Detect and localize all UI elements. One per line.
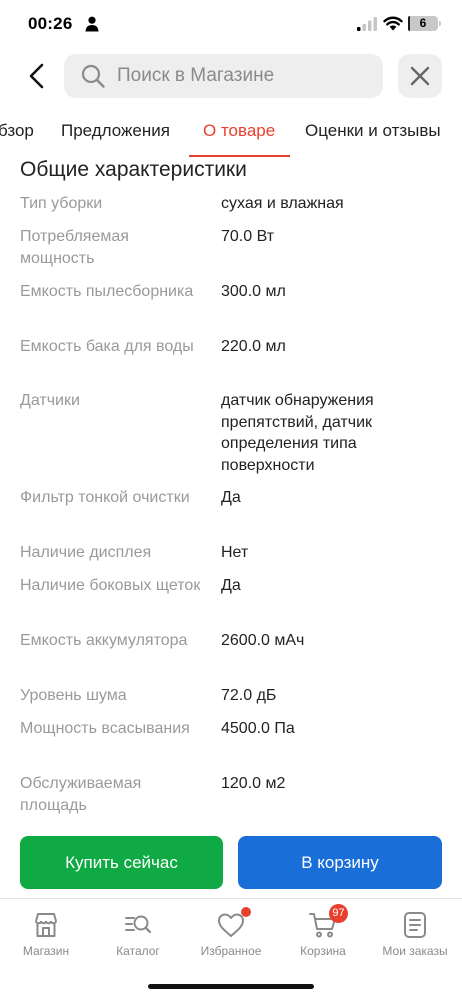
- nav-label-favorites: Избранное: [200, 944, 262, 958]
- favorites-notification-dot: [241, 907, 251, 917]
- spec-label-dust-capacity: Емкость пылесборника: [20, 283, 194, 300]
- catalog-search-icon: [125, 915, 152, 934]
- spec-label-sensors: Датчики: [20, 392, 80, 409]
- home-indicator: [148, 984, 314, 989]
- person-icon: [85, 16, 99, 32]
- section-title: Общие характеристики: [20, 158, 247, 181]
- search-box[interactable]: [64, 54, 383, 98]
- spec-label-battery-capacity: Емкость аккумулятора: [20, 632, 188, 649]
- cellular-signal-icon: [357, 17, 377, 31]
- spec-label-water-tank: Емкость бака для воды: [20, 338, 194, 355]
- spec-value-side-brushes: Да: [221, 577, 241, 594]
- spec-value-water-tank: 220.0 мл: [221, 338, 286, 355]
- close-icon: [410, 66, 430, 86]
- close-button[interactable]: [398, 54, 442, 98]
- nav-item-cart[interactable]: 97 Корзина: [277, 904, 369, 967]
- nav-item-orders[interactable]: Мои заказы: [369, 907, 461, 967]
- status-bar: 00:26 6: [0, 0, 462, 50]
- nav-item-catalog[interactable]: Каталог: [92, 907, 184, 967]
- battery-indicator: 6: [408, 16, 438, 31]
- spec-value-area: 120.0 м2: [221, 775, 286, 792]
- nav-label-cart: Корзина: [300, 944, 346, 958]
- spec-value-noise-level: 72.0 дБ: [221, 687, 277, 704]
- wifi-icon: [383, 16, 403, 31]
- spec-value-power: 70.0 Вт: [221, 228, 275, 245]
- nav-label-store: Магазин: [22, 944, 70, 958]
- spec-label-noise-level: Уровень шума: [20, 687, 127, 704]
- status-time: 00:26: [28, 14, 73, 33]
- tab-overview[interactable]: бзор: [0, 121, 34, 141]
- product-tabs: бзор Предложения О товаре Оценки и отзыв…: [0, 106, 462, 158]
- spec-label-cleaning-type: Тип уборки: [20, 195, 103, 212]
- tab-offers[interactable]: Предложения: [61, 121, 170, 141]
- spec-label-power: Потребляемая мощность: [20, 228, 129, 267]
- search-icon: [81, 64, 105, 88]
- nav-item-store[interactable]: Магазин: [0, 907, 92, 967]
- spec-label-side-brushes: Наличие боковых щеток: [20, 577, 201, 594]
- spec-label-area: Обслуживаемая площадь: [20, 775, 142, 814]
- spec-value-dust-capacity: 300.0 мл: [221, 283, 286, 300]
- spec-label-fine-filter: Фильтр тонкой очистки: [20, 489, 190, 506]
- nav-label-orders: Мои заказы: [382, 944, 448, 958]
- orders-icon: [404, 912, 426, 938]
- battery-level: 6: [419, 16, 427, 30]
- tab-reviews[interactable]: Оценки и отзывы: [305, 121, 441, 141]
- store-icon: [35, 913, 57, 937]
- spec-label-display: Наличие дисплея: [20, 544, 152, 561]
- spec-label-suction-power: Мощность всасывания: [20, 720, 190, 737]
- tab-about-product[interactable]: О товаре: [203, 121, 275, 141]
- buy-now-button[interactable]: Купить сейчас: [20, 836, 223, 889]
- spec-value-suction-power: 4500.0 Па: [221, 720, 295, 737]
- battery-cap: [439, 21, 441, 26]
- back-button[interactable]: [18, 58, 54, 94]
- chevron-left-icon: [29, 63, 44, 89]
- cart-count-badge: 97: [329, 904, 348, 923]
- spec-value-cleaning-type: сухая и влажная: [221, 195, 344, 212]
- spec-value-sensors: датчик обнаружения препятствий, датчик о…: [221, 392, 374, 474]
- spec-value-fine-filter: Да: [221, 489, 241, 506]
- search-input[interactable]: [117, 65, 377, 87]
- nav-label-catalog: Каталог: [116, 944, 160, 958]
- nav-item-favorites[interactable]: Избранное: [185, 907, 277, 967]
- spec-value-display: Нет: [221, 544, 249, 561]
- spec-value-battery-capacity: 2600.0 мАч: [221, 632, 305, 649]
- active-tab-indicator: [189, 155, 290, 157]
- add-to-cart-button[interactable]: В корзину: [238, 836, 442, 889]
